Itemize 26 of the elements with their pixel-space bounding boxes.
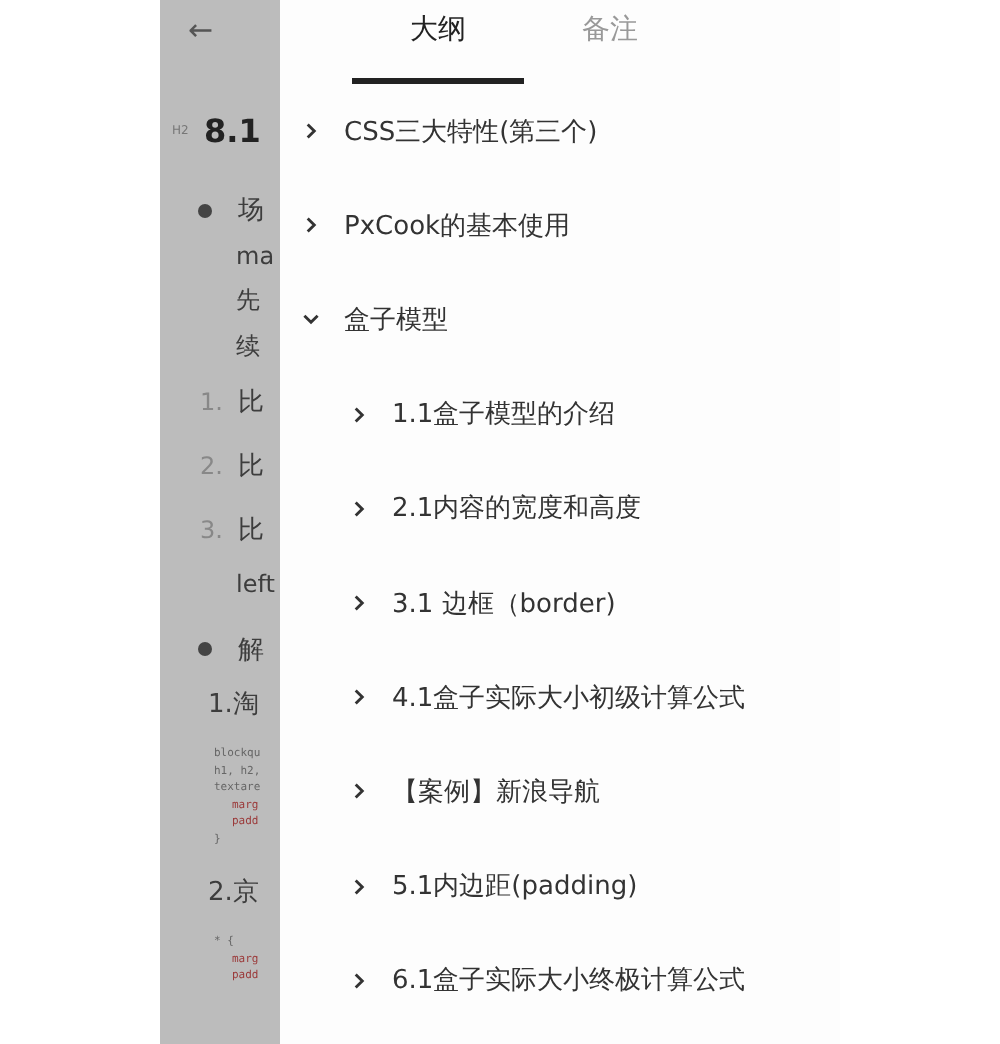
outline-item[interactable]: 1.1盒子模型的介绍 — [392, 396, 616, 433]
outline-item[interactable]: CSS三大特性(第三个) — [344, 113, 598, 150]
tab[interactable]: 大纲 — [352, 0, 524, 84]
outline-item[interactable]: 5.1内边距(padding) — [392, 868, 638, 905]
outline-item[interactable]: PxCook的基本使用 — [344, 207, 571, 244]
paragraph-text: ma — [236, 242, 275, 271]
outline-item[interactable]: 3.1 边框（border) — [392, 585, 616, 622]
outline-item[interactable]: 【案例】新浪导航 — [392, 773, 600, 810]
paragraph-text: 2.京 — [208, 875, 259, 910]
outline-item[interactable]: 4.1盒子实际大小初级计算公式 — [392, 679, 746, 716]
heading-text: 8.1 — [204, 111, 261, 149]
paragraph-text: 续 — [236, 329, 260, 364]
list-text: 比 — [238, 449, 264, 484]
outline-item[interactable]: 盒子模型 — [344, 301, 448, 338]
outline-item[interactable]: 6.1盒子实际大小终极计算公式 — [392, 962, 746, 999]
paragraph-text: left — [236, 570, 275, 599]
back-button[interactable]: ← — [188, 12, 214, 48]
list-text: 解 — [238, 633, 264, 668]
outline-item[interactable]: 2.1内容的宽度和高度 — [392, 490, 642, 527]
bullet-icon — [198, 203, 212, 218]
list-text: 比 — [238, 513, 264, 548]
paragraph-text: 1.淘 — [208, 687, 259, 722]
paragraph-text: 先 — [236, 284, 260, 319]
list-text: 场 — [238, 194, 264, 229]
bullet-icon — [198, 642, 212, 657]
list-text: 比 — [238, 385, 264, 420]
